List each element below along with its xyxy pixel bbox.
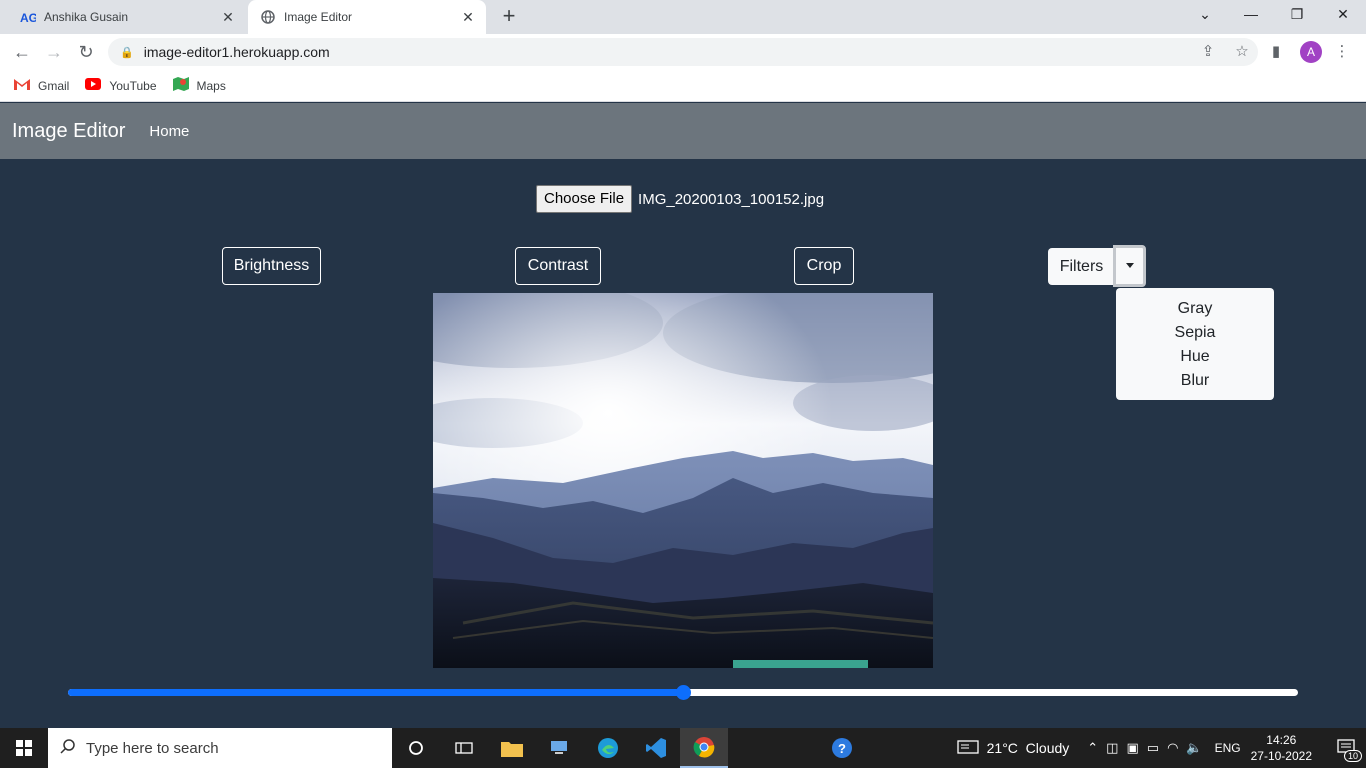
adjustment-slider[interactable] (68, 685, 1298, 700)
bookmark-maps[interactable]: Maps (172, 76, 226, 95)
close-icon[interactable]: ✕ (456, 9, 480, 26)
ag-logo-icon: AG (20, 9, 36, 25)
tab-strip: AG Anshika Gusain ✕ Image Editor ✕ + ⌄ —… (0, 0, 1366, 34)
filter-option-gray[interactable]: Gray (1116, 297, 1274, 321)
search-icon (60, 738, 76, 758)
edited-image (433, 293, 933, 668)
svg-text:?: ? (838, 741, 846, 756)
brand-link[interactable]: Image Editor (12, 120, 125, 143)
maximize-icon[interactable]: ❐ (1274, 0, 1320, 30)
chrome-icon[interactable] (680, 728, 728, 768)
bookmark-gmail[interactable]: Gmail (14, 78, 69, 93)
maps-icon (172, 76, 189, 95)
tab-image-editor[interactable]: Image Editor ✕ (248, 0, 486, 34)
filters-dropdown-toggle[interactable] (1113, 245, 1146, 287)
side-panel-icon[interactable]: ▮ (1262, 38, 1290, 66)
windows-taskbar: Type here to search ? 21°C Cloudy ⌃ ◫ ▣ … (0, 728, 1366, 768)
lock-icon: 🔒 (120, 46, 134, 59)
tab-title: Anshika Gusain (44, 10, 129, 24)
filter-option-hue[interactable]: Hue (1116, 345, 1274, 369)
help-icon[interactable]: ? (818, 728, 866, 768)
bookmarks-bar: Gmail YouTube Maps (0, 70, 1366, 102)
brightness-button[interactable]: Brightness (222, 247, 321, 285)
tab-title: Image Editor (284, 10, 353, 24)
battery-icon[interactable]: ▭ (1147, 740, 1159, 756)
wifi-icon[interactable]: ◠ (1167, 740, 1178, 756)
task-view-icon[interactable] (440, 728, 488, 768)
back-arrow-icon[interactable]: ← (10, 40, 34, 64)
menu-kebab-icon[interactable]: ⋮ (1328, 38, 1356, 66)
filters-dropdown-menu: Gray Sepia Hue Blur (1116, 288, 1274, 400)
address-bar[interactable]: 🔒 image-editor1.herokuapp.com (108, 38, 1258, 66)
forward-arrow-icon[interactable]: → (42, 40, 66, 64)
youtube-icon (85, 78, 102, 93)
crop-button[interactable]: Crop (794, 247, 854, 285)
weather-widget[interactable]: 21°C Cloudy (956, 739, 1070, 758)
cortana-icon[interactable] (392, 728, 440, 768)
slider-thumb[interactable] (676, 685, 691, 700)
caret-down-icon (1126, 263, 1134, 268)
window-controls: ⌄ — ❐ ✕ (1182, 0, 1366, 30)
system-tray: 21°C Cloudy ⌃ ◫ ▣ ▭ ◠ 🔈 ENG 14:26 27-10-… (956, 728, 1366, 768)
file-input: Choose File IMG_20200103_100152.jpg (536, 185, 824, 213)
svg-text:AG: AG (20, 11, 36, 24)
share-icon[interactable]: ⇪ (1194, 38, 1222, 66)
app-navbar: Image Editor Home (0, 103, 1366, 159)
notification-count-badge: 10 (1343, 750, 1362, 762)
volume-icon[interactable]: 🔈 (1186, 740, 1202, 756)
show-hidden-icons-icon[interactable]: ⌃ (1087, 740, 1098, 756)
clock[interactable]: 14:26 27-10-2022 (1251, 732, 1312, 764)
time-text: 14:26 (1266, 733, 1297, 747)
bookmark-label: YouTube (109, 78, 157, 93)
new-tab-button[interactable]: + (496, 4, 522, 30)
reload-icon[interactable]: ↻ (74, 40, 98, 64)
bookmark-label: Maps (196, 78, 226, 93)
choose-file-button[interactable]: Choose File (536, 185, 633, 213)
weather-icon (956, 739, 979, 758)
notifications-button[interactable]: 10 (1326, 728, 1366, 768)
close-window-icon[interactable]: ✕ (1320, 0, 1366, 30)
vscode-icon[interactable] (632, 728, 680, 768)
bookmark-label: Gmail (38, 78, 70, 93)
tab-search-icon[interactable]: ⌄ (1182, 0, 1228, 30)
slider-fill (68, 689, 683, 696)
file-name: IMG_20200103_100152.jpg (638, 190, 825, 208)
nav-home-link[interactable]: Home (149, 123, 189, 140)
windows-start-icon[interactable] (0, 728, 48, 768)
weather-text: 21°C Cloudy (986, 740, 1070, 756)
avatar[interactable]: A (1300, 41, 1322, 63)
globe-icon (260, 9, 276, 25)
filters-button[interactable]: Filters (1048, 248, 1115, 285)
browser-toolbar: ← → ↻ 🔒 image-editor1.herokuapp.com ⇪ ☆ … (0, 34, 1366, 70)
language-indicator[interactable]: ENG (1215, 741, 1241, 755)
bookmark-star-icon[interactable]: ☆ (1228, 38, 1256, 66)
remote-desktop-icon[interactable] (536, 728, 584, 768)
search-placeholder: Type here to search (86, 739, 219, 757)
toolbar-actions: ⇪ ☆ ▮ A ⋮ (1194, 38, 1356, 66)
date-text: 27-10-2022 (1250, 749, 1312, 763)
filter-option-blur[interactable]: Blur (1116, 369, 1274, 393)
tab-anshika-gusain[interactable]: AG Anshika Gusain ✕ (8, 0, 246, 34)
edge-browser-icon[interactable] (584, 728, 632, 768)
gmail-icon (14, 78, 30, 93)
filter-option-sepia[interactable]: Sepia (1116, 321, 1274, 345)
bookmark-youtube[interactable]: YouTube (85, 78, 157, 93)
minimize-icon[interactable]: — (1228, 0, 1274, 30)
meet-now-icon[interactable]: ◫ (1106, 740, 1118, 756)
file-explorer-icon[interactable] (488, 728, 536, 768)
contrast-button[interactable]: Contrast (515, 247, 601, 285)
taskbar-search-box[interactable]: Type here to search (48, 728, 392, 768)
display-icon[interactable]: ▣ (1126, 740, 1138, 756)
close-icon[interactable]: ✕ (216, 9, 240, 26)
url-text: image-editor1.herokuapp.com (143, 44, 330, 60)
